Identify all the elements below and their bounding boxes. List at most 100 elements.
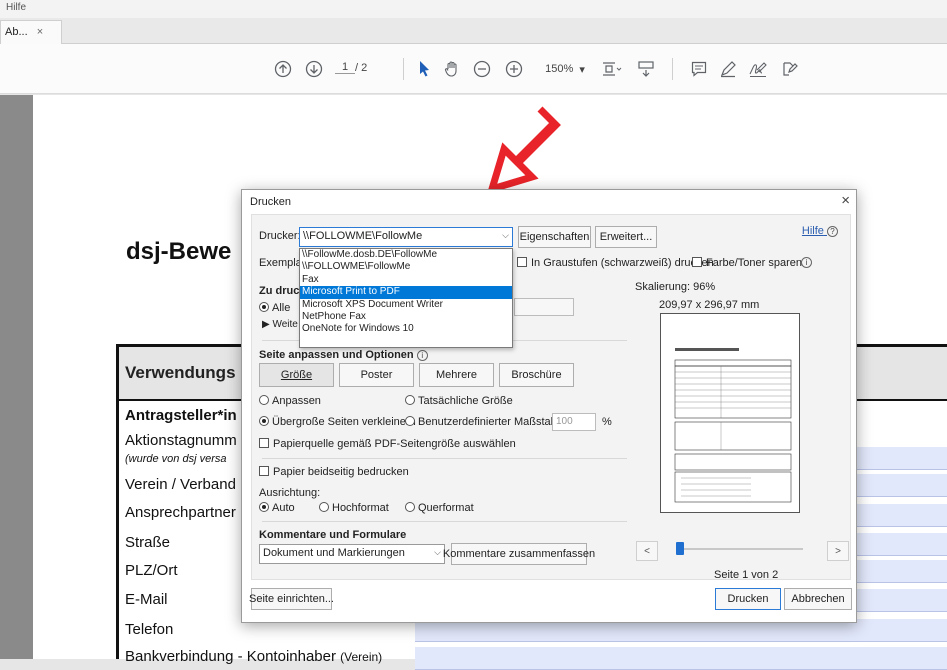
duplex-label: Papier beidseitig bedrucken [273, 466, 409, 478]
zoom-level-select[interactable]: 150% ▾ [540, 57, 590, 81]
hand-icon[interactable] [440, 57, 464, 81]
prev-page-button[interactable]: < [636, 541, 658, 561]
chevron-down-icon: ⌵ [502, 230, 509, 240]
duplex-checkbox[interactable] [259, 466, 269, 476]
printer-option[interactable]: NetPhone Fax [300, 311, 512, 323]
form-row-label: Straße [125, 534, 171, 551]
fit-tab-size[interactable]: Größe [259, 363, 334, 387]
orientation-auto-radio[interactable] [259, 502, 269, 512]
fill-sign-icon[interactable] [777, 57, 801, 81]
form-row-label: Telefon [125, 621, 174, 638]
orientation-landscape-option[interactable]: Querformat [405, 502, 474, 514]
grayscale-checkbox[interactable] [517, 257, 527, 267]
duplex-option[interactable]: Papier beidseitig bedrucken [259, 466, 409, 478]
more-options-toggle[interactable]: ▶ Weite [262, 319, 298, 330]
save-toner-option[interactable]: Farbe/Toner sparen [692, 257, 802, 269]
printer-option-selected[interactable]: Microsoft Print to PDF [300, 286, 512, 299]
printer-option[interactable]: Fax [300, 274, 512, 286]
orientation-auto-option[interactable]: Auto [259, 502, 295, 514]
form-row-note: (wurde von dsj versa [125, 453, 227, 465]
page-total: / 2 [355, 61, 368, 74]
sign-icon[interactable] [746, 57, 770, 81]
cancel-button[interactable]: Abbrechen [784, 588, 852, 610]
printer-option[interactable]: Microsoft XPS Document Writer [300, 299, 512, 311]
actual-size-radio[interactable] [405, 395, 415, 405]
fit-tab-booklet[interactable]: Broschüre [499, 363, 574, 387]
shrink-label: Übergroße Seiten verkleinern [272, 416, 416, 428]
info-icon[interactable]: i [416, 350, 428, 361]
orientation-portrait-radio[interactable] [319, 502, 329, 512]
save-toner-checkbox[interactable] [692, 257, 702, 267]
close-tab-icon[interactable]: × [37, 26, 43, 38]
custom-scale-input[interactable]: 100 [552, 413, 596, 431]
comments-select[interactable]: Dokument und Markierungen ⌵ [259, 544, 445, 564]
custom-scale-label: Benutzerdefinierter Maßstab: [418, 416, 560, 428]
grayscale-option[interactable]: In Graustufen (schwarzweiß) drucken [517, 257, 714, 269]
printer-option[interactable]: OneNote for Windows 10 [300, 323, 512, 335]
orientation-portrait-label: Hochformat [332, 502, 389, 514]
fit-label: Anpassen [272, 395, 321, 407]
page-number-input[interactable]: 1 / 2 [335, 61, 367, 74]
bank-label-suffix: (Verein) [340, 650, 383, 664]
printer-label: Drucker: [259, 230, 301, 242]
highlight-icon[interactable] [716, 57, 740, 81]
arrow-down-circle-icon[interactable] [302, 57, 326, 81]
help-link-text: Hilfe [801, 225, 824, 237]
printer-option[interactable]: \\FollowMe.dosb.DE\FollowMe [300, 249, 512, 261]
page-current[interactable]: 1 [335, 61, 355, 74]
actual-size-option[interactable]: Tatsächliche Größe [405, 395, 513, 407]
page-setup-button[interactable]: Seite einrichten... [249, 588, 334, 610]
custom-scale-option[interactable]: Benutzerdefinierter Maßstab: [405, 416, 560, 428]
comment-icon[interactable] [687, 57, 711, 81]
pages-all-option[interactable]: Alle [259, 302, 290, 314]
fit-option[interactable]: Anpassen [259, 395, 321, 407]
form-row-label: Antragsteller*in [125, 407, 237, 424]
printer-option[interactable]: \\FOLLOWME\FollowMe [300, 261, 512, 273]
zoom-out-icon[interactable] [470, 57, 494, 81]
pages-range-input[interactable] [514, 298, 574, 316]
toolbar-divider [403, 58, 404, 80]
properties-button[interactable]: Eigenschaften [518, 226, 591, 248]
paper-source-option[interactable]: Papierquelle gemäß PDF-Seitengröße auswä… [259, 438, 516, 450]
print-button[interactable]: Drucken [715, 588, 781, 610]
page-preview [660, 313, 800, 513]
fit-radio[interactable] [259, 395, 269, 405]
scroll-mode-icon[interactable] [634, 57, 658, 81]
page-slider-track[interactable] [677, 548, 803, 550]
page-preview-thumbnail [674, 348, 792, 503]
form-row-label: Verein / Verband [125, 476, 236, 493]
close-icon[interactable]: × [841, 192, 850, 209]
pages-all-radio[interactable] [259, 302, 269, 312]
document-tab[interactable]: Ab... × [0, 20, 62, 44]
select-cursor-icon[interactable] [413, 57, 437, 81]
dialog-main-panel: Drucker: \\FOLLOWME\FollowMe ⌵ Eigenscha… [251, 214, 851, 580]
paper-source-checkbox[interactable] [259, 438, 269, 448]
custom-scale-radio[interactable] [405, 416, 415, 426]
arrow-up-circle-icon[interactable] [271, 57, 295, 81]
orientation-landscape-radio[interactable] [405, 502, 415, 512]
fit-page-icon[interactable] [600, 57, 624, 81]
help-link[interactable]: Hilfe ? [802, 225, 838, 237]
actual-size-label: Tatsächliche Größe [418, 395, 513, 407]
orientation-landscape-label: Querformat [418, 502, 474, 514]
page-slider-handle[interactable] [676, 542, 684, 555]
shrink-radio[interactable] [259, 416, 269, 426]
shrink-option[interactable]: Übergroße Seiten verkleinern [259, 416, 416, 428]
form-row-label: Aktionstagnumm [125, 432, 237, 449]
info-icon[interactable]: i [801, 257, 812, 268]
paper-source-label: Papierquelle gemäß PDF-Seitengröße auswä… [273, 438, 516, 450]
bank-label: Bankverbindung - Kontoinhaber [125, 648, 336, 665]
advanced-button[interactable]: Erweitert... [595, 226, 657, 248]
red-arrow-icon [486, 106, 561, 195]
chevron-down-icon: ▾ [579, 63, 585, 76]
next-page-button[interactable]: > [827, 541, 849, 561]
fit-tab-multiple[interactable]: Mehrere [419, 363, 494, 387]
zoom-in-icon[interactable] [502, 57, 526, 81]
help-icon: ? [827, 226, 838, 237]
printer-select[interactable]: \\FOLLOWME\FollowMe ⌵ [299, 227, 513, 247]
menu-help[interactable]: Hilfe [6, 2, 26, 13]
print-dialog: Drucken × Drucker: \\FOLLOWME\FollowMe ⌵… [241, 189, 857, 623]
fit-tab-poster[interactable]: Poster [339, 363, 414, 387]
orientation-portrait-option[interactable]: Hochformat [319, 502, 389, 514]
summarize-comments-button[interactable]: Kommentare zusammenfassen [443, 543, 595, 565]
